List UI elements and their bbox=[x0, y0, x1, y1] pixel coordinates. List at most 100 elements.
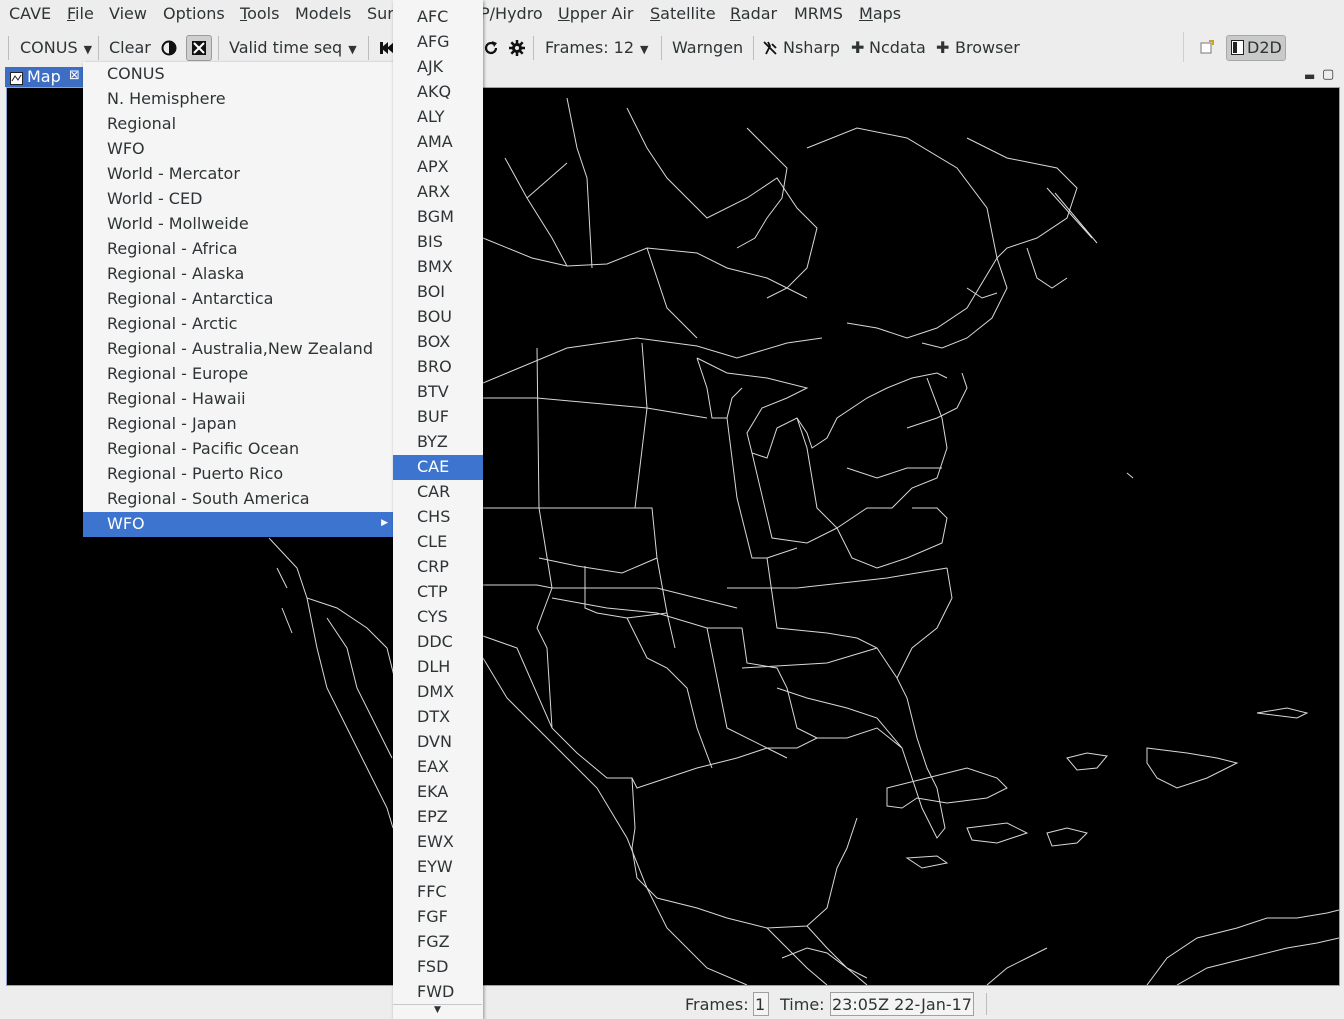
scale-menu-item[interactable]: N. Hemisphere bbox=[83, 87, 393, 112]
wfo-item[interactable]: AJK bbox=[393, 55, 483, 80]
scale-menu-item[interactable]: World - Mollweide bbox=[83, 212, 393, 237]
wfo-item-selected[interactable]: CAE bbox=[393, 455, 483, 480]
wfo-item[interactable]: BTV bbox=[393, 380, 483, 405]
menu-satellite[interactable]: Satellite bbox=[650, 4, 716, 23]
wfo-item[interactable]: DMX bbox=[393, 680, 483, 705]
scale-menu-item-wfo-submenu[interactable]: WFO ▶ bbox=[83, 512, 393, 537]
wfo-item[interactable]: CTP bbox=[393, 580, 483, 605]
wfo-item[interactable]: FGZ bbox=[393, 930, 483, 955]
scale-menu-item[interactable]: Regional - Pacific Ocean bbox=[83, 437, 393, 462]
wfo-item[interactable]: BOI bbox=[393, 280, 483, 305]
nsharp-icon[interactable] bbox=[760, 36, 780, 60]
scale-menu-item[interactable]: Regional - Arctic bbox=[83, 312, 393, 337]
nsharp-button[interactable]: Nsharp bbox=[783, 38, 840, 57]
wfo-item[interactable]: AMA bbox=[393, 130, 483, 155]
wfo-item[interactable]: EYW bbox=[393, 855, 483, 880]
loop-mode-dropdown[interactable]: Valid time seq ▼ bbox=[229, 38, 357, 57]
scale-menu-item[interactable]: Regional - Antarctica bbox=[83, 287, 393, 312]
caret-down-icon: ▼ bbox=[348, 43, 357, 56]
menu-tools[interactable]: Tools bbox=[240, 4, 279, 23]
scale-menu-item[interactable]: Regional bbox=[83, 112, 393, 137]
scale-menu-item[interactable]: Regional - Alaska bbox=[83, 262, 393, 287]
wfo-item[interactable]: CYS bbox=[393, 605, 483, 630]
scale-menu-item[interactable]: Regional - Japan bbox=[83, 412, 393, 437]
zoom-extent-icon[interactable] bbox=[186, 35, 212, 61]
wfo-item[interactable]: BOX bbox=[393, 330, 483, 355]
maximize-icon[interactable]: ▢ bbox=[1322, 67, 1334, 82]
menu-upper-air[interactable]: Upper Air bbox=[558, 4, 634, 23]
wfo-item[interactable]: FWD bbox=[393, 980, 483, 1005]
scale-menu-item[interactable]: Regional - South America bbox=[83, 487, 393, 512]
toolbar-separator bbox=[533, 36, 534, 60]
map-tab-label: Map bbox=[27, 67, 61, 86]
wfo-item[interactable]: EPZ bbox=[393, 805, 483, 830]
frames-label: Frames: 12 bbox=[545, 38, 635, 57]
menu-mrms[interactable]: MRMS bbox=[794, 4, 843, 23]
wfo-item[interactable]: CHS bbox=[393, 505, 483, 530]
wfo-item[interactable]: AKQ bbox=[393, 80, 483, 105]
wfo-item[interactable]: DLH bbox=[393, 655, 483, 680]
wfo-item[interactable]: BOU bbox=[393, 305, 483, 330]
open-perspective-icon[interactable] bbox=[1200, 39, 1214, 58]
scale-menu-item[interactable]: Regional - Australia,New Zealand bbox=[83, 337, 393, 362]
menu-maps[interactable]: Maps bbox=[859, 4, 901, 23]
contrast-icon[interactable] bbox=[157, 36, 181, 60]
menu-radar[interactable]: Radar bbox=[730, 4, 777, 23]
clear-button[interactable]: Clear bbox=[109, 38, 151, 57]
menu-cave[interactable]: CAVE bbox=[9, 4, 51, 23]
scroll-down-arrow-icon[interactable]: ▼ bbox=[393, 1004, 482, 1019]
scale-menu-item[interactable]: Regional - Europe bbox=[83, 362, 393, 387]
scale-menu-item[interactable]: CONUS bbox=[83, 62, 393, 87]
wfo-item[interactable]: CAR bbox=[393, 480, 483, 505]
menu-hydro[interactable]: P/Hydro bbox=[480, 4, 543, 23]
wfo-item[interactable]: EKA bbox=[393, 780, 483, 805]
wfo-item[interactable]: CLE bbox=[393, 530, 483, 555]
wfo-item[interactable]: BIS bbox=[393, 230, 483, 255]
ncdata-button[interactable]: Ncdata bbox=[869, 38, 926, 57]
wfo-item[interactable]: BMX bbox=[393, 255, 483, 280]
gear-icon[interactable] bbox=[505, 36, 529, 60]
status-time-label: Time: bbox=[780, 995, 825, 1014]
wfo-item[interactable]: ARX bbox=[393, 180, 483, 205]
wfo-item[interactable]: DTX bbox=[393, 705, 483, 730]
wfo-item[interactable]: FGF bbox=[393, 905, 483, 930]
scale-menu-item[interactable]: WFO bbox=[83, 137, 393, 162]
menu-models[interactable]: Models bbox=[295, 4, 351, 23]
wfo-item[interactable]: FFC bbox=[393, 880, 483, 905]
scale-menu-item[interactable]: Regional - Africa bbox=[83, 237, 393, 262]
scale-dropdown[interactable]: CONUS ▼ bbox=[20, 38, 92, 57]
browser-button[interactable]: Browser bbox=[955, 38, 1020, 57]
menu-options[interactable]: Options bbox=[163, 4, 225, 23]
wfo-item[interactable]: EWX bbox=[393, 830, 483, 855]
minimize-icon[interactable]: ▬ bbox=[1304, 69, 1315, 83]
scale-menu-item[interactable]: World - CED bbox=[83, 187, 393, 212]
map-editor-tab[interactable]: Map ⊠ bbox=[5, 67, 85, 87]
close-tab-icon[interactable]: ⊠ bbox=[69, 68, 80, 83]
menubar: CAVE File View Options Tools Models Sur … bbox=[0, 0, 1344, 27]
frames-dropdown[interactable]: Frames: 12 ▼ bbox=[545, 38, 649, 57]
wfo-item[interactable]: APX bbox=[393, 155, 483, 180]
menu-surface[interactable]: Sur bbox=[367, 4, 394, 23]
wfo-item[interactable]: DVN bbox=[393, 730, 483, 755]
status-frames-label: Frames: bbox=[685, 995, 749, 1014]
wfo-item[interactable]: FSD bbox=[393, 955, 483, 980]
scale-menu-item[interactable]: Regional - Puerto Rico bbox=[83, 462, 393, 487]
wfo-item[interactable]: AFG bbox=[393, 30, 483, 55]
wfo-item[interactable]: ALY bbox=[393, 105, 483, 130]
menu-view[interactable]: View bbox=[109, 4, 147, 23]
scale-label: CONUS bbox=[20, 38, 78, 57]
menu-file[interactable]: File bbox=[67, 4, 94, 23]
wfo-item[interactable]: AFC bbox=[393, 5, 483, 30]
scale-menu-item[interactable]: Regional - Hawaii bbox=[83, 387, 393, 412]
wfo-item[interactable]: BGM bbox=[393, 205, 483, 230]
wfo-item[interactable]: BYZ bbox=[393, 430, 483, 455]
scale-menu-item[interactable]: World - Mercator bbox=[83, 162, 393, 187]
wfo-item[interactable]: BUF bbox=[393, 405, 483, 430]
wfo-item[interactable]: DDC bbox=[393, 630, 483, 655]
wfo-item[interactable]: CRP bbox=[393, 555, 483, 580]
wfo-item[interactable]: BRO bbox=[393, 355, 483, 380]
wfo-item[interactable]: EAX bbox=[393, 755, 483, 780]
d2d-perspective-button[interactable]: D2D bbox=[1226, 35, 1286, 61]
warngen-button[interactable]: Warngen bbox=[672, 38, 743, 57]
loop-mode-label: Valid time seq bbox=[229, 38, 343, 57]
